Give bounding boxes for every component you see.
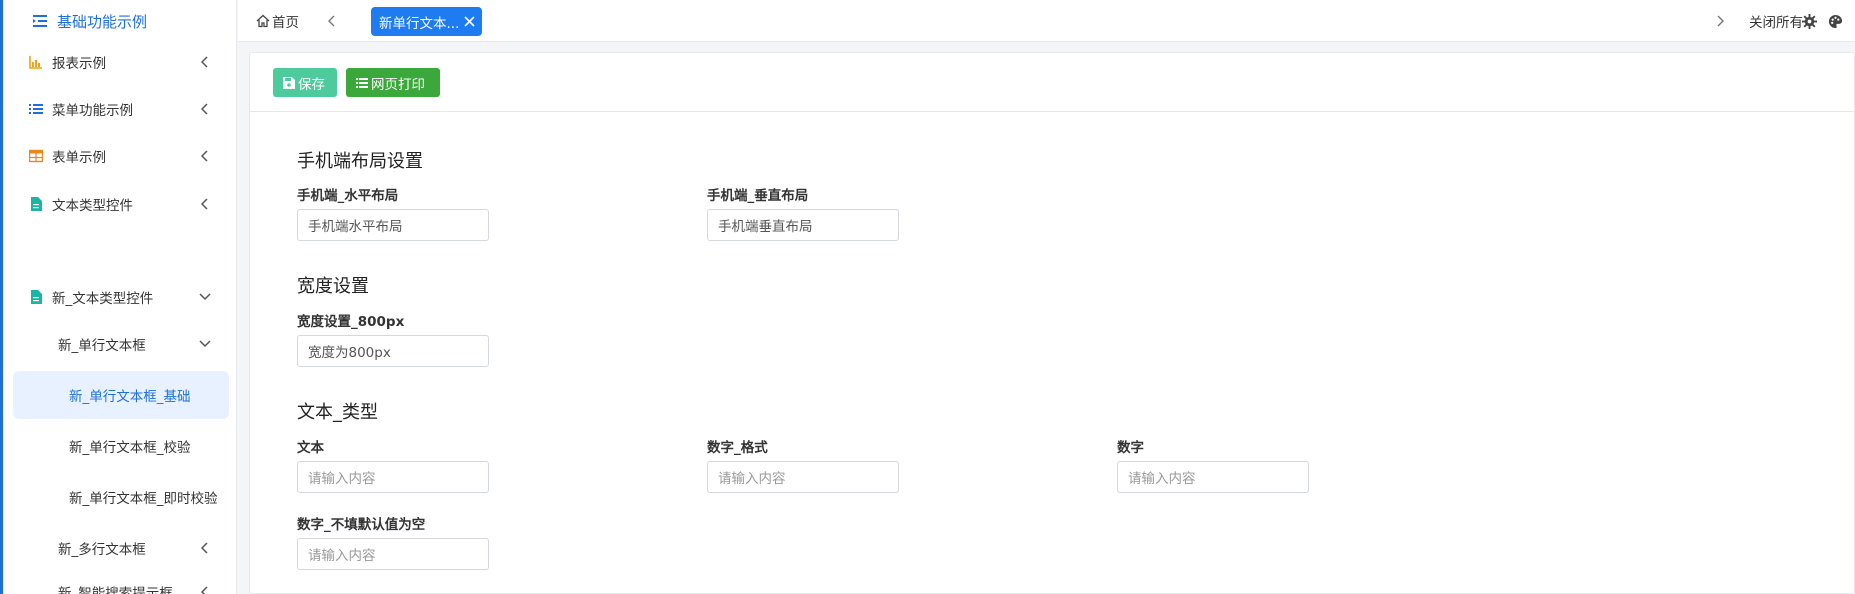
- sidebar-item-reports[interactable]: 报表示例: [3, 50, 233, 74]
- mobile-horizontal-input[interactable]: 手机端水平布局: [297, 209, 489, 241]
- sidebar-item-single-line-basic[interactable]: 新_单行文本框_基础: [3, 383, 233, 407]
- home-tab-label: 首页: [272, 15, 299, 31]
- number-input[interactable]: 请输入内容: [1117, 461, 1309, 493]
- sidebar-item-single-line[interactable]: 新_单行文本框: [3, 332, 233, 356]
- close-all-button[interactable]: 关闭所有: [1749, 0, 1803, 42]
- tab-bar: 首页 新单行文本... 关闭所有: [238, 0, 1855, 42]
- chevron-left-icon: [199, 586, 211, 594]
- sidebar-item-new-text-controls[interactable]: 新_文本类型控件: [3, 285, 233, 309]
- chart-icon: [29, 55, 43, 69]
- section-title-text-type: 文本_类型: [297, 402, 378, 423]
- toolbar: 保存 网页打印: [250, 53, 1854, 112]
- sidebar-item-label: 新_单行文本框_即时校验: [69, 491, 218, 507]
- home-tab[interactable]: 首页: [256, 0, 299, 42]
- tab-scroll-right-icon[interactable]: [1713, 14, 1727, 28]
- section-title-mobile-layout: 手机端布局设置: [297, 151, 423, 172]
- file-icon: [29, 290, 43, 304]
- sidebar: 基础功能示例 报表示例 菜单功能示例 表单示例 文本类型控件 新_文本类型控件 …: [0, 0, 237, 594]
- sidebar-item-text-controls[interactable]: 文本类型控件: [3, 192, 233, 216]
- sidebar-item-label: 新_单行文本框_校验: [69, 440, 191, 456]
- chevron-left-icon: [199, 56, 211, 68]
- file-icon: [29, 197, 43, 211]
- chevron-down-icon: [199, 338, 211, 350]
- field-label-mobile-vertical: 手机端_垂直布局: [707, 188, 809, 204]
- sidebar-header[interactable]: 基础功能示例: [3, 0, 236, 42]
- sidebar-item-label: 新_单行文本框_基础: [69, 389, 191, 405]
- save-button[interactable]: 保存: [273, 68, 337, 97]
- field-label-text: 文本: [297, 440, 324, 456]
- list-indent-icon: [32, 13, 48, 29]
- sidebar-item-label: 表单示例: [52, 150, 106, 166]
- sidebar-item-label: 新_智能搜索提示框: [58, 586, 173, 594]
- sidebar-item-label: 菜单功能示例: [52, 103, 133, 119]
- sidebar-item-label: 新_文本类型控件: [52, 291, 154, 307]
- main-panel: 保存 网页打印 手机端布局设置 手机端_水平布局 手机端水平布局 手机端_垂直布…: [249, 52, 1855, 594]
- floppy-disk-icon: [283, 76, 295, 89]
- home-icon: [256, 14, 270, 28]
- sidebar-item-label: 新_单行文本框: [58, 338, 146, 354]
- gear-icon[interactable]: [1802, 14, 1817, 29]
- width-input[interactable]: 宽度为800px: [297, 335, 489, 367]
- field-label-mobile-horizontal: 手机端_水平布局: [297, 188, 399, 204]
- print-button-label: 网页打印: [371, 76, 425, 93]
- sidebar-item-single-line-validate[interactable]: 新_单行文本框_校验: [3, 434, 233, 458]
- field-label-width: 宽度设置_800px: [297, 314, 405, 330]
- field-label-number-empty: 数字_不填默认值为空: [297, 517, 426, 533]
- chevron-left-icon: [199, 103, 211, 115]
- section-title-width: 宽度设置: [297, 276, 369, 297]
- number-empty-input[interactable]: 请输入内容: [297, 538, 489, 570]
- sidebar-item-label: 文本类型控件: [52, 198, 133, 214]
- field-label-number: 数字: [1117, 440, 1144, 456]
- chevron-left-icon: [199, 542, 211, 554]
- tab-active-label: 新单行文本...: [379, 15, 460, 32]
- chevron-left-icon: [199, 198, 211, 210]
- sidebar-item-label: 新_多行文本框: [58, 542, 146, 558]
- mobile-vertical-input[interactable]: 手机端垂直布局: [707, 209, 899, 241]
- app-window: 基础功能示例 报表示例 菜单功能示例 表单示例 文本类型控件 新_文本类型控件 …: [0, 0, 1855, 594]
- number-format-input[interactable]: 请输入内容: [707, 461, 899, 493]
- chevron-left-icon: [199, 150, 211, 162]
- table-icon: [29, 149, 43, 163]
- sidebar-item-multi-line[interactable]: 新_多行文本框: [3, 536, 233, 560]
- sidebar-item-smart-search[interactable]: 新_智能搜索提示框: [3, 580, 233, 594]
- text-input[interactable]: 请输入内容: [297, 461, 489, 493]
- sidebar-item-menus[interactable]: 菜单功能示例: [3, 97, 233, 121]
- sidebar-item-single-line-instant[interactable]: 新_单行文本框_即时校验: [3, 485, 233, 509]
- sidebar-item-label: 报表示例: [52, 56, 106, 72]
- list-icon: [29, 102, 43, 116]
- field-label-number-format: 数字_格式: [707, 440, 768, 456]
- print-button[interactable]: 网页打印: [346, 68, 440, 97]
- sidebar-header-label: 基础功能示例: [57, 12, 148, 31]
- tab-scroll-left-icon[interactable]: [325, 14, 339, 28]
- save-button-label: 保存: [298, 76, 325, 93]
- list-icon: [356, 77, 368, 89]
- chevron-down-icon: [199, 291, 211, 303]
- close-icon[interactable]: [463, 15, 476, 28]
- sidebar-item-forms[interactable]: 表单示例: [3, 144, 233, 168]
- tab-active[interactable]: 新单行文本...: [371, 7, 482, 36]
- palette-icon[interactable]: [1828, 14, 1843, 29]
